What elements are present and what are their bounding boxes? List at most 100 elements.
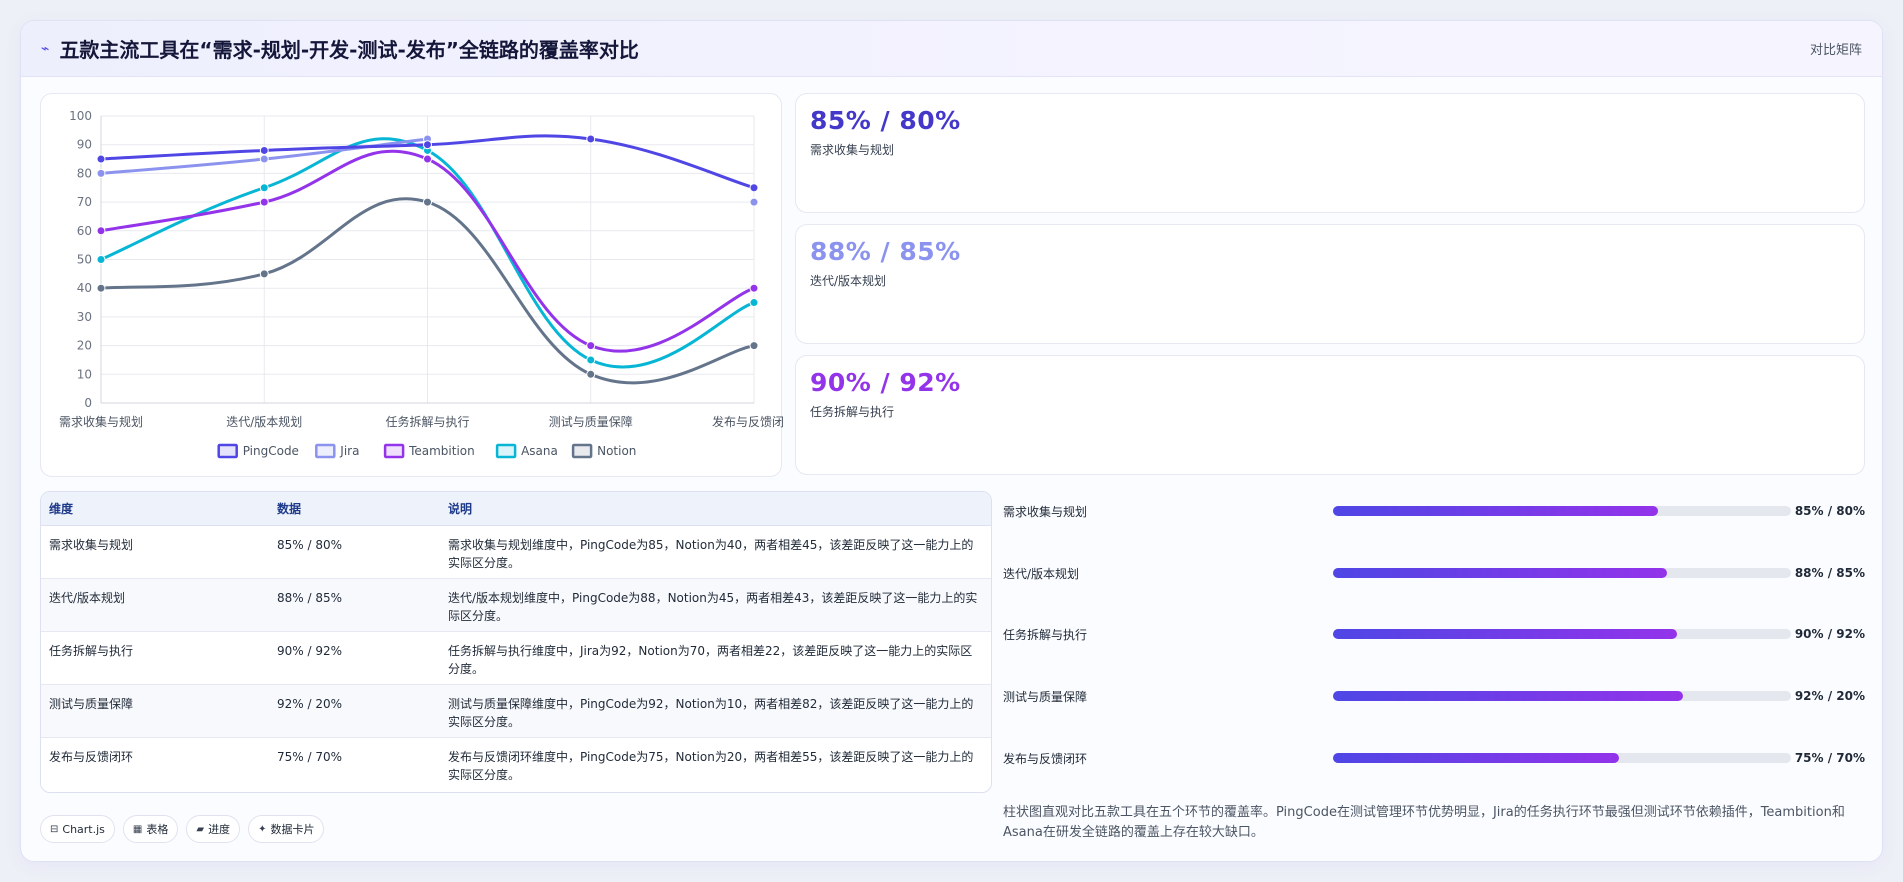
cell-data: 85% / 80% [269,525,440,579]
table-row: 任务拆解与执行 90% / 92% 任务拆解与执行维度中，Jira为92，Not… [41,631,991,685]
data-point-teambition [259,197,269,207]
progress-value: 92% / 20% [1794,689,1865,703]
progress-track [1333,506,1791,516]
cell-dimension: 测试与质量保障 [41,684,269,738]
progress-label: 任务拆解与执行 [1003,627,1088,642]
progress-row: 发布与反馈闭环 75% / 70% [1003,748,1865,768]
table-row: 测试与质量保障 92% / 20% 测试与质量保障维度中，PingCode为92… [41,684,991,738]
stat-card: 88% / 85% 迭代/版本规划 [795,224,1865,344]
x-tick-label: 发布与反馈闭环 [712,414,783,429]
y-tick-label: 50 [77,253,92,267]
progress-row: 任务拆解与执行 90% / 92% [1003,624,1865,644]
stat-value: 90% / 92% [810,368,961,397]
column-header: 维度 [41,492,269,526]
column-header: 说明 [440,492,991,526]
progress-row: 需求收集与规划 85% / 80% [1003,501,1865,521]
data-point-jira [749,197,759,207]
legend-label: Teambition [408,444,475,458]
progress-icon: ▰ [196,823,205,835]
header: ⌁ 五款主流工具在“需求-规划-开发-测试-发布”全链路的覆盖率对比 对比矩阵 [21,21,1882,77]
data-point-notion [96,283,106,293]
progress-track [1333,753,1791,763]
legend-swatch [383,443,405,459]
data-point-asana [586,355,596,365]
stat-value: 85% / 80% [810,106,961,135]
tag-pills: ⊟ Chart.js ▦ 表格 ▰ 进度 ✦ 数据卡片 [40,815,325,843]
y-tick-label: 90 [77,138,92,152]
cell-data: 90% / 92% [269,631,440,685]
sparkle-icon: ✦ [258,823,267,835]
progress-row: 测试与质量保障 92% / 20% [1003,686,1865,706]
progress-label: 迭代/版本规划 [1003,566,1080,581]
progress-fill [1333,629,1677,639]
data-table-card: 维度 数据 说明 需求收集与规划 85% / 80% 需求收集与规划维度中，Pi… [40,491,992,793]
x-tick-label: 任务拆解与执行 [385,414,469,429]
x-tick-label: 迭代/版本规划 [226,414,302,429]
table-header-row: 维度 数据 说明 [41,492,991,526]
data-point-teambition [586,341,596,351]
line-chart: 0 10 20 30 40 50 60 70 80 90 100 需求收集与规划 迭代/版本规划 任务拆解… [59,109,783,459]
progress-fill [1333,691,1684,701]
progress-track [1333,691,1791,701]
pill-data-card[interactable]: ✦ 数据卡片 [248,815,325,843]
page-title: 五款主流工具在“需求-规划-开发-测试-发布”全链路的覆盖率对比 [59,38,639,62]
pill-label: 进度 [208,823,231,836]
progress-fill [1333,506,1659,516]
progress-track [1333,568,1791,578]
progress-label: 发布与反馈闭环 [1003,751,1088,766]
progress-fill [1333,753,1620,763]
legend-swatch [217,443,238,459]
pill-table[interactable]: ▦ 表格 [122,815,179,843]
data-point-pingcode [259,145,269,155]
data-point-teambition [96,226,106,236]
pill-progress[interactable]: ▰ 进度 [186,815,241,843]
stat-card: 90% / 92% 任务拆解与执行 [795,355,1865,475]
dashboard-page: ⌁ 五款主流工具在“需求-规划-开发-测试-发布”全链路的覆盖率对比 对比矩阵 … [20,20,1883,862]
cell-data: 75% / 70% [277,749,343,764]
chart-icon: ⊟ [50,823,59,835]
data-point-asana [96,255,106,264]
data-table: 维度 数据 说明 需求收集与规划 85% / 80% 需求收集与规划维度中，Pi… [41,492,991,790]
y-tick-label: 20 [77,339,92,353]
legend-swatch [571,443,593,459]
y-tick-label: 80 [77,166,92,180]
stat-label: 迭代/版本规划 [810,274,887,288]
cell-description: 发布与反馈闭环维度中，PingCode为75，Notion为20，两者相差55，… [448,749,974,782]
pill-label: Chart.js [62,822,105,836]
cell-description: 测试与质量保障维度中，PingCode为92，Notion为10，两者相差82，… [440,684,991,738]
data-point-asana [749,298,759,308]
table-row: 迭代/版本规划 88% / 85% 迭代/版本规划维度中，PingCode为88… [41,578,991,632]
legend-label: Jira [339,444,359,458]
cell-dimension: 需求收集与规划 [41,525,269,579]
summary-text: 柱状图直观对比五款工具在五个环节的覆盖率。PingCode在测试管理环节优势明显… [1003,805,1845,840]
data-point-teambition [423,154,432,164]
pill-chartjs[interactable]: ⊟ Chart.js [40,815,115,843]
legend-label: Asana [521,444,558,458]
compare-matrix-label[interactable]: 对比矩阵 [1810,39,1862,58]
cell-dimension: 发布与反馈闭环 [49,749,134,764]
progress-label: 需求收集与规划 [1003,504,1088,519]
cell-dimension: 迭代/版本规划 [41,578,269,632]
progress-fill [1333,568,1668,578]
progress-value: 85% / 80% [1794,504,1865,518]
y-tick-label: 30 [77,310,92,324]
data-point-notion [749,341,759,351]
table-row: 发布与反馈闭环 75% / 70% 发布与反馈闭环维度中，PingCode为75… [41,737,991,790]
y-tick-label: 70 [77,195,92,209]
cell-description: 需求收集与规划维度中，PingCode为85，Notion为40，两者相差45，… [440,525,991,579]
pill-label: 数据卡片 [270,823,315,836]
progress-track [1333,629,1791,639]
data-point-pingcode [423,140,432,150]
legend-label: PingCode [243,444,299,458]
data-point-notion [259,269,269,279]
progress-label: 测试与质量保障 [1003,689,1088,704]
stat-card: 85% / 80% 需求收集与规划 [795,93,1865,213]
x-tick-label: 测试与质量保障 [549,414,633,429]
x-tick-label: 需求收集与规划 [59,414,143,429]
stat-value: 88% / 85% [810,237,961,266]
chart-line-icon: ⌁ [41,40,50,57]
progress-value: 88% / 85% [1794,566,1865,580]
column-header: 数据 [269,492,440,526]
stat-label: 需求收集与规划 [810,143,895,157]
cell-data: 92% / 20% [269,684,440,738]
